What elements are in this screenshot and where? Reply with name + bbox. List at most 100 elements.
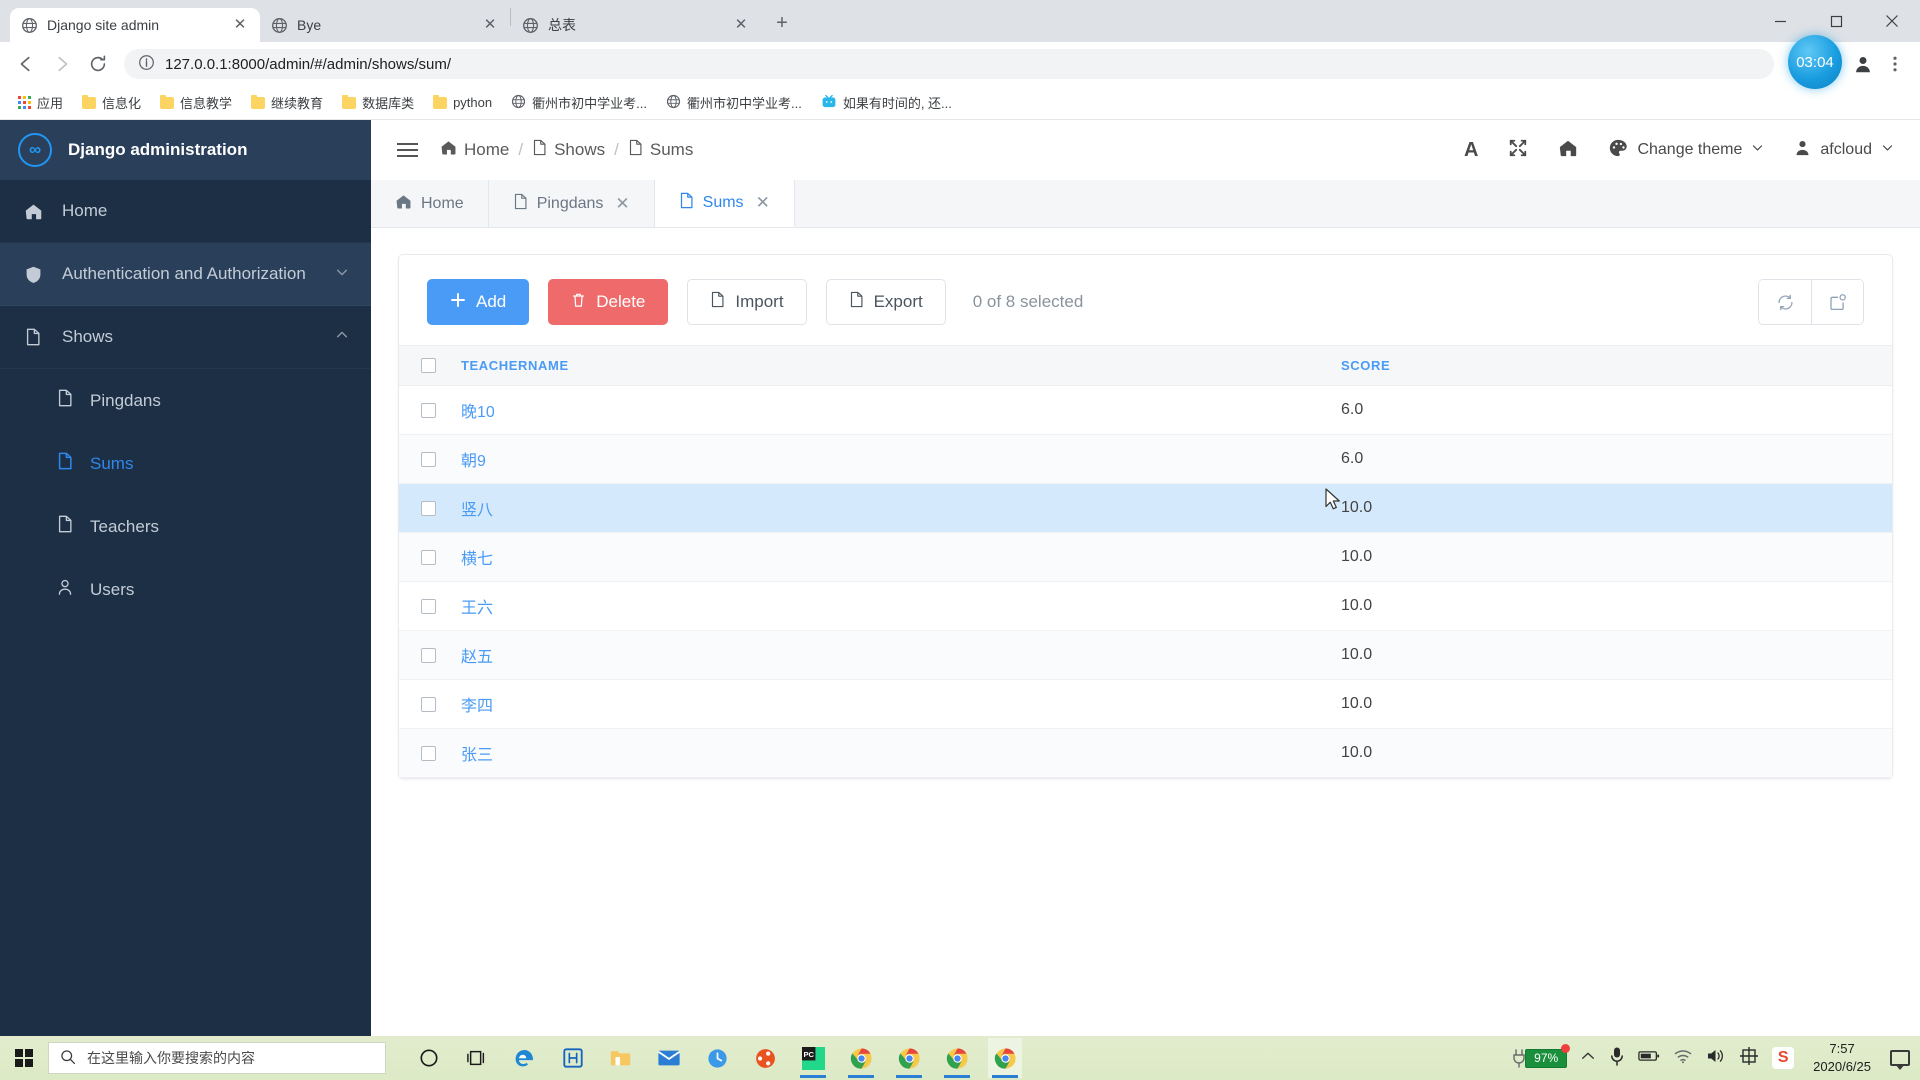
browser-tab[interactable]: Bye ✕ xyxy=(260,8,510,42)
refresh-icon[interactable] xyxy=(1759,280,1811,324)
tab-sums[interactable]: Sums ✕ xyxy=(654,180,795,227)
row-checkbox[interactable] xyxy=(421,647,436,663)
forward-icon[interactable] xyxy=(46,48,78,80)
sidebar-item-pingdans[interactable]: Pingdans xyxy=(0,369,371,432)
bookmark-item[interactable]: 数据库类 xyxy=(334,89,422,116)
sidebar-item-shows[interactable]: Shows xyxy=(0,306,371,369)
edge-icon[interactable] xyxy=(508,1038,542,1078)
microphone-icon[interactable] xyxy=(1609,1046,1625,1071)
start-button[interactable] xyxy=(0,1036,48,1080)
close-icon[interactable]: ✕ xyxy=(756,193,770,213)
minimize-button[interactable] xyxy=(1752,0,1808,42)
chevron-down-icon[interactable] xyxy=(335,264,349,284)
brand-header[interactable]: ∞ Django administration xyxy=(0,120,371,180)
tray-clock[interactable]: 7:57 2020/6/25 xyxy=(1807,1040,1877,1075)
tab-home[interactable]: Home xyxy=(371,180,489,227)
chrome-icon[interactable] xyxy=(988,1038,1022,1078)
chevron-up-icon[interactable] xyxy=(335,327,349,347)
clock-app-icon[interactable] xyxy=(700,1038,734,1078)
close-icon[interactable]: ✕ xyxy=(481,16,499,34)
home-button[interactable] xyxy=(1558,138,1578,163)
info-circle-icon[interactable] xyxy=(138,54,155,75)
bookmark-item[interactable]: 衢州市初中学业考... xyxy=(658,89,810,116)
export-button[interactable]: Export xyxy=(825,279,946,325)
row-checkbox[interactable] xyxy=(421,745,436,761)
table-row[interactable]: 李四 10.0 xyxy=(399,679,1892,729)
row-checkbox[interactable] xyxy=(421,500,436,516)
row-link[interactable]: 晚10 xyxy=(461,404,495,421)
notification-icon[interactable] xyxy=(1890,1050,1910,1070)
taskbar-search-box[interactable]: 在这里输入你要搜索的内容 xyxy=(48,1042,386,1074)
breadcrumb-item-shows[interactable]: Shows xyxy=(532,139,605,161)
add-button[interactable]: Add xyxy=(427,279,530,325)
fullscreen-button[interactable] xyxy=(1508,138,1528,163)
column-header-score[interactable]: SCORE xyxy=(1331,345,1892,386)
ime-chinese-icon[interactable] xyxy=(1739,1046,1759,1071)
row-checkbox[interactable] xyxy=(421,549,436,565)
tab-pingdans[interactable]: Pingdans ✕ xyxy=(489,180,655,227)
select-all-checkbox[interactable] xyxy=(421,358,436,373)
bookmark-item[interactable]: 信息教学 xyxy=(152,89,240,116)
table-row[interactable]: 横七 10.0 xyxy=(399,532,1892,582)
battery-icon[interactable] xyxy=(1638,1049,1660,1068)
row-link[interactable]: 朝9 xyxy=(461,453,486,470)
close-button[interactable] xyxy=(1864,0,1920,42)
sidebar-item-users[interactable]: Users xyxy=(0,558,371,621)
profile-icon[interactable] xyxy=(1848,49,1878,79)
reload-icon[interactable] xyxy=(82,48,114,80)
bookmark-apps[interactable]: 应用 xyxy=(10,89,71,116)
breadcrumb-item-sums[interactable]: Sums xyxy=(628,139,693,161)
chevron-up-icon[interactable] xyxy=(1580,1048,1596,1069)
table-row[interactable]: 晚10 6.0 xyxy=(399,385,1892,435)
delete-button[interactable]: Delete xyxy=(548,279,669,325)
chrome-icon[interactable] xyxy=(940,1038,974,1078)
bookmark-item[interactable]: python xyxy=(425,91,500,114)
breadcrumb-item-home[interactable]: Home xyxy=(440,139,509,161)
cortana-icon[interactable] xyxy=(412,1038,446,1078)
pycharm-icon[interactable]: PC xyxy=(796,1038,830,1078)
close-icon[interactable]: ✕ xyxy=(615,194,629,214)
row-link[interactable]: 赵五 xyxy=(461,649,493,666)
timer-badge[interactable]: 03:04 xyxy=(1788,35,1842,89)
volume-icon[interactable] xyxy=(1706,1047,1726,1070)
row-link[interactable]: 横七 xyxy=(461,551,493,568)
table-row[interactable]: 竖八 10.0 xyxy=(399,483,1892,533)
address-bar[interactable]: 127.0.0.1:8000/admin/#/admin/shows/sum/ xyxy=(124,49,1774,79)
back-icon[interactable] xyxy=(10,48,42,80)
bookmark-item[interactable]: 如果有时间的, 还... xyxy=(813,89,960,116)
close-icon[interactable]: ✕ xyxy=(231,16,249,34)
row-link[interactable]: 竖八 xyxy=(461,502,493,519)
bookmark-item[interactable]: 信息化 xyxy=(74,89,149,116)
popout-icon[interactable] xyxy=(1811,280,1863,324)
chrome-icon[interactable] xyxy=(844,1038,878,1078)
user-menu-button[interactable]: afcloud xyxy=(1794,139,1894,161)
change-theme-button[interactable]: Change theme xyxy=(1608,138,1764,163)
row-checkbox[interactable] xyxy=(421,451,436,467)
new-tab-button[interactable]: + xyxy=(767,9,797,39)
row-link[interactable]: 张三 xyxy=(461,747,493,764)
sidebar-item-teachers[interactable]: Teachers xyxy=(0,495,371,558)
sogou-icon[interactable]: S xyxy=(1772,1047,1795,1069)
import-button[interactable]: Import xyxy=(687,279,807,325)
browser-tab[interactable]: 总表 ✕ xyxy=(511,8,761,42)
ubuntu-icon[interactable] xyxy=(748,1038,782,1078)
row-checkbox[interactable] xyxy=(421,696,436,712)
table-row[interactable]: 张三 10.0 xyxy=(399,728,1892,778)
chrome-icon[interactable] xyxy=(892,1038,926,1078)
bookmark-item[interactable]: 继续教育 xyxy=(243,89,331,116)
wifi-icon[interactable] xyxy=(1673,1048,1693,1069)
close-icon[interactable]: ✕ xyxy=(732,16,750,34)
row-link[interactable]: 王六 xyxy=(461,600,493,617)
sidebar-item-home[interactable]: Home xyxy=(0,180,371,243)
table-row[interactable]: 赵五 10.0 xyxy=(399,630,1892,680)
row-checkbox[interactable] xyxy=(421,402,436,418)
menu-icon[interactable] xyxy=(1880,49,1910,79)
row-checkbox[interactable] xyxy=(421,598,436,614)
browser-tab[interactable]: Django site admin ✕ xyxy=(10,8,260,42)
font-size-button[interactable]: A xyxy=(1464,139,1478,162)
file-explorer-icon[interactable] xyxy=(604,1038,638,1078)
hamburger-icon[interactable] xyxy=(397,143,418,157)
battery-status[interactable]: 97% xyxy=(1511,1044,1571,1068)
bookmark-item[interactable]: 衢州市初中学业考... xyxy=(503,89,655,116)
app-blue-icon[interactable] xyxy=(556,1038,590,1078)
